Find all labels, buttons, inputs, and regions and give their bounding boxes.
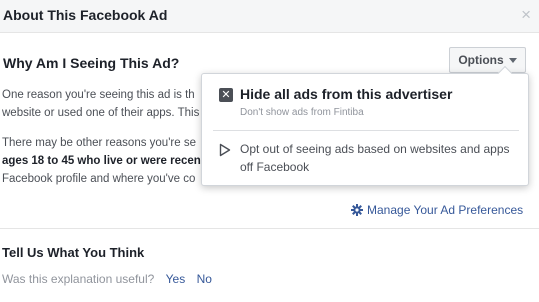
options-menu: ✕ Hide all ads from this advertiser Don'… [201, 65, 529, 186]
feedback-no-link[interactable]: No [197, 272, 212, 286]
caret-down-icon [508, 58, 517, 63]
hide-icon: ✕ [219, 88, 233, 102]
feedback-row: Was this explanation useful? Yes No [2, 272, 212, 286]
opt-out-label: Opt out of seeing ads based on websites … [240, 142, 510, 174]
other-reasons-line-3: Facebook profile and where you've co [2, 173, 196, 185]
hide-advertiser-subtitle: Don't show ads from Fintiba [240, 107, 364, 118]
options-label: Options [458, 53, 504, 67]
close-icon[interactable]: × [521, 6, 531, 23]
targeting-bold-text: ages 18 to 45 who live or were recen [2, 155, 201, 167]
reason-line-2: website or used one of their apps. This [2, 107, 200, 119]
section-divider [0, 228, 539, 229]
hide-advertiser-title: Hide all ads from this advertiser [240, 86, 453, 102]
options-button[interactable]: Options [449, 47, 526, 73]
gear-icon [351, 204, 363, 216]
other-reasons-line-1: There may be other reasons you're se [2, 137, 196, 149]
menu-item-opt-out[interactable]: Opt out of seeing ads based on websites … [202, 131, 528, 185]
play-icon [219, 143, 231, 157]
menu-item-hide-advertiser[interactable]: ✕ Hide all ads from this advertiser Don'… [202, 74, 528, 130]
reason-line-1: One reason you're seeing this ad is th [2, 89, 195, 101]
dialog-title: About This Facebook Ad [3, 7, 168, 23]
other-reasons-line-2: ages 18 to 45 who live or were recen [2, 152, 201, 170]
manage-ad-preferences-label: Manage Your Ad Preferences [367, 203, 524, 217]
feedback-heading: Tell Us What You Think [2, 245, 145, 260]
feedback-question: Was this explanation useful? [2, 272, 155, 286]
dialog-header: About This Facebook Ad × [0, 0, 539, 33]
feedback-yes-link[interactable]: Yes [166, 272, 186, 286]
about-ad-dialog: About This Facebook Ad × Why Am I Seeing… [0, 0, 539, 302]
manage-ad-preferences-link[interactable]: Manage Your Ad Preferences [351, 203, 523, 217]
why-heading: Why Am I Seeing This Ad? [3, 55, 180, 71]
